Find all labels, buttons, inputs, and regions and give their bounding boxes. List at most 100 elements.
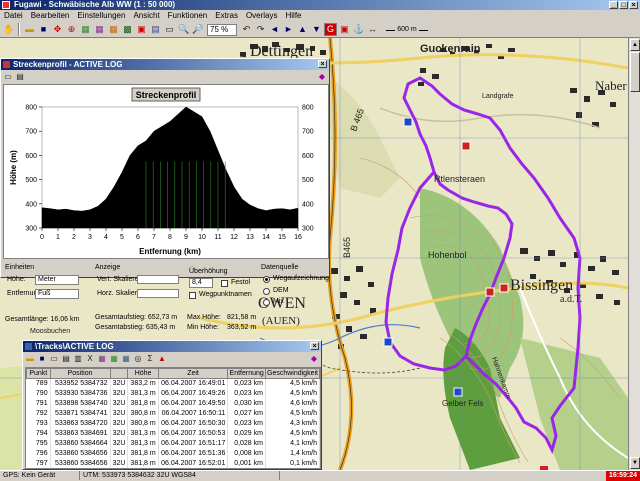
table-row[interactable]: 798533860 538465232U381,8 m06.04.2007 16… (27, 469, 320, 470)
profile-title-bar: Streckenprofil - ACTIVE LOG × (1, 59, 329, 70)
waypoint-parking-south[interactable] (453, 387, 463, 397)
menu-ansicht[interactable]: Ansicht (133, 10, 159, 22)
tracks-save-icon[interactable]: ■ (37, 353, 47, 363)
column-punkt[interactable]: Punkt (26, 368, 51, 379)
minimize-button[interactable]: _ (609, 1, 618, 9)
x-tick-label: 6 (136, 234, 140, 241)
y-tick-label: 500 (25, 177, 37, 184)
map-icon[interactable]: ▦ (79, 23, 92, 36)
move-icon[interactable]: ✥ (51, 23, 64, 36)
waypoint-icon[interactable]: ▣ (135, 23, 148, 36)
profile-print-icon[interactable]: ▭ (3, 71, 13, 81)
table-row[interactable]: 789 533952 5384732 32U 383,2 m 06.04.2007 16… (26, 378, 320, 389)
open-folder-icon[interactable]: ▬ (23, 23, 36, 36)
wegaufzeichnung-radio[interactable] (263, 276, 270, 283)
tracks-open-icon[interactable]: ▬ (25, 353, 35, 363)
tracks-properties-icon[interactable]: ▦ (97, 353, 107, 363)
column-geschwindigkeit[interactable]: Geschwindigkeit (264, 368, 320, 379)
column-position[interactable]: Position (49, 368, 111, 379)
close-button[interactable]: × (629, 1, 638, 9)
table-row[interactable]: 796 533860 5384656 32U 381,8 m 06.04.2007 16… (26, 448, 320, 459)
gps-icon[interactable]: G (324, 23, 337, 36)
festol-checkbox[interactable] (221, 280, 228, 287)
tracks-print-icon[interactable]: ▭ (49, 353, 59, 363)
tracks-paste-icon[interactable]: ▥ (73, 353, 83, 363)
waypoint-parking-north[interactable] (403, 117, 413, 127)
dem-radio[interactable] (263, 288, 270, 295)
table-row[interactable]: 792 533871 5384741 32U 380,8 m 06.04.2007 16… (26, 408, 320, 419)
mix-radio[interactable] (263, 299, 270, 306)
wegpunktnamen-checkbox[interactable] (189, 292, 196, 299)
waypoint-poi-red[interactable] (485, 287, 495, 297)
column-zone[interactable] (109, 368, 129, 379)
crosshair-icon[interactable]: ⊕ (65, 23, 78, 36)
tracks-chart-icon[interactable]: ▲ (157, 353, 167, 363)
scroll-up-arrow-icon[interactable]: ▲ (630, 39, 640, 51)
max-hoehe-value: 821,58 m (227, 314, 257, 321)
scroll-down-arrow-icon[interactable]: ▼ (630, 457, 640, 469)
measure-icon[interactable]: ↔ (366, 23, 379, 36)
map-grid-icon[interactable]: ▦ (107, 23, 120, 36)
tracks-map-icon[interactable]: ▦ (109, 353, 119, 363)
vert-skalieren-slider[interactable] (137, 275, 179, 284)
scroll-thumb[interactable] (630, 52, 640, 92)
column-hoehe[interactable]: Höhe (127, 368, 159, 379)
ueberhoehung-input[interactable]: 8,4 (189, 278, 213, 288)
rotate-left-icon[interactable]: ↶ (240, 23, 253, 36)
tracks-stats-icon[interactable]: Σ (145, 353, 155, 363)
zoom-in-icon[interactable]: 🔍 (177, 23, 190, 36)
column-entfernung[interactable]: Entfernung (227, 368, 266, 379)
cell-punkt: 794 (26, 428, 51, 439)
tracks-close-button[interactable]: × (310, 342, 319, 350)
menu-funktionen[interactable]: Funktionen (168, 10, 208, 22)
arrow-right-icon[interactable]: ► (282, 23, 295, 36)
menu-einstellungen[interactable]: Einstellungen (77, 10, 125, 22)
waypoint-poi-red-2[interactable] (499, 283, 509, 293)
entfernung-select[interactable]: Fuß (35, 289, 79, 299)
rotate-right-icon[interactable]: ↷ (254, 23, 267, 36)
arrow-left-icon[interactable]: ◄ (268, 23, 281, 36)
table-row[interactable]: 791 533898 5384740 32U 381,8 m 06.04.2007 16… (26, 398, 320, 409)
tracks-copy-icon[interactable]: ▤ (61, 353, 71, 363)
table-row[interactable]: 793 533863 5384720 32U 380,8 m 06.04.2007 16… (26, 418, 320, 429)
arrow-down-icon[interactable]: ▼ (310, 23, 323, 36)
tracks-filter-icon[interactable]: ◎ (133, 353, 143, 363)
arrow-up-icon[interactable]: ▲ (296, 23, 309, 36)
menu-overlays[interactable]: Overlays (246, 10, 278, 22)
festol-label: Festol (231, 279, 251, 286)
hoehe-select[interactable]: Meter (35, 275, 79, 285)
tracks-table-container[interactable]: Punkt Position Höhe Zeit Entfernung Gesc… (25, 367, 321, 469)
menu-bearbeiten[interactable]: Bearbeiten (31, 10, 70, 22)
map-vertical-scrollbar[interactable]: ▲ ▼ (628, 38, 640, 470)
print-icon[interactable]: ▭ (163, 23, 176, 36)
profile-close-button[interactable]: × (318, 60, 327, 68)
tracks-export-icon[interactable]: ▦ (121, 353, 131, 363)
overview-icon[interactable]: ▩ (121, 23, 134, 36)
table-row[interactable]: 797 533860 5384656 32U 381,8 m 06.04.2007 16… (26, 458, 320, 468)
zoom-out-icon[interactable]: 🔎 (191, 23, 204, 36)
menu-datei[interactable]: Datei (4, 10, 23, 22)
hand-icon[interactable]: ✋ (2, 23, 15, 36)
column-zeit[interactable]: Zeit (157, 368, 229, 379)
route-icon[interactable]: ▤ (149, 23, 162, 36)
profile-options-icon[interactable]: ◆ (317, 71, 327, 81)
horz-skalieren-slider[interactable] (137, 289, 179, 298)
hoehe-label: Höhe: (7, 276, 26, 283)
menu-hilfe[interactable]: Hilfe (286, 10, 302, 22)
table-row[interactable]: 790 533930 5384736 32U 381,3 m 06.04.2007 16… (26, 388, 320, 399)
tracks-delete-icon[interactable]: X (85, 353, 95, 363)
table-row[interactable]: 794 533863 5384691 32U 381,3 m 06.04.2007 16… (26, 428, 320, 439)
anchor-icon[interactable]: ⚓ (352, 23, 365, 36)
zoom-select[interactable]: 75 % (207, 23, 237, 36)
maximize-button[interactable]: □ (619, 1, 628, 9)
profile-copy-icon[interactable]: ▤ (15, 71, 25, 81)
save-icon[interactable]: ■ (37, 23, 50, 36)
tracks-options-icon[interactable]: ◆ (309, 353, 319, 363)
lock-icon[interactable]: ▣ (338, 23, 351, 36)
cell-position: 533860 5384656 (50, 458, 111, 468)
menu-extras[interactable]: Extras (215, 10, 238, 22)
waypoint-poi-north[interactable] (461, 141, 471, 151)
waypoint-parking-west[interactable] (383, 337, 393, 347)
map-layer-icon[interactable]: ▦ (93, 23, 106, 36)
table-row[interactable]: 795 533860 5384664 32U 381,3 m 06.04.2007 16… (26, 438, 320, 449)
